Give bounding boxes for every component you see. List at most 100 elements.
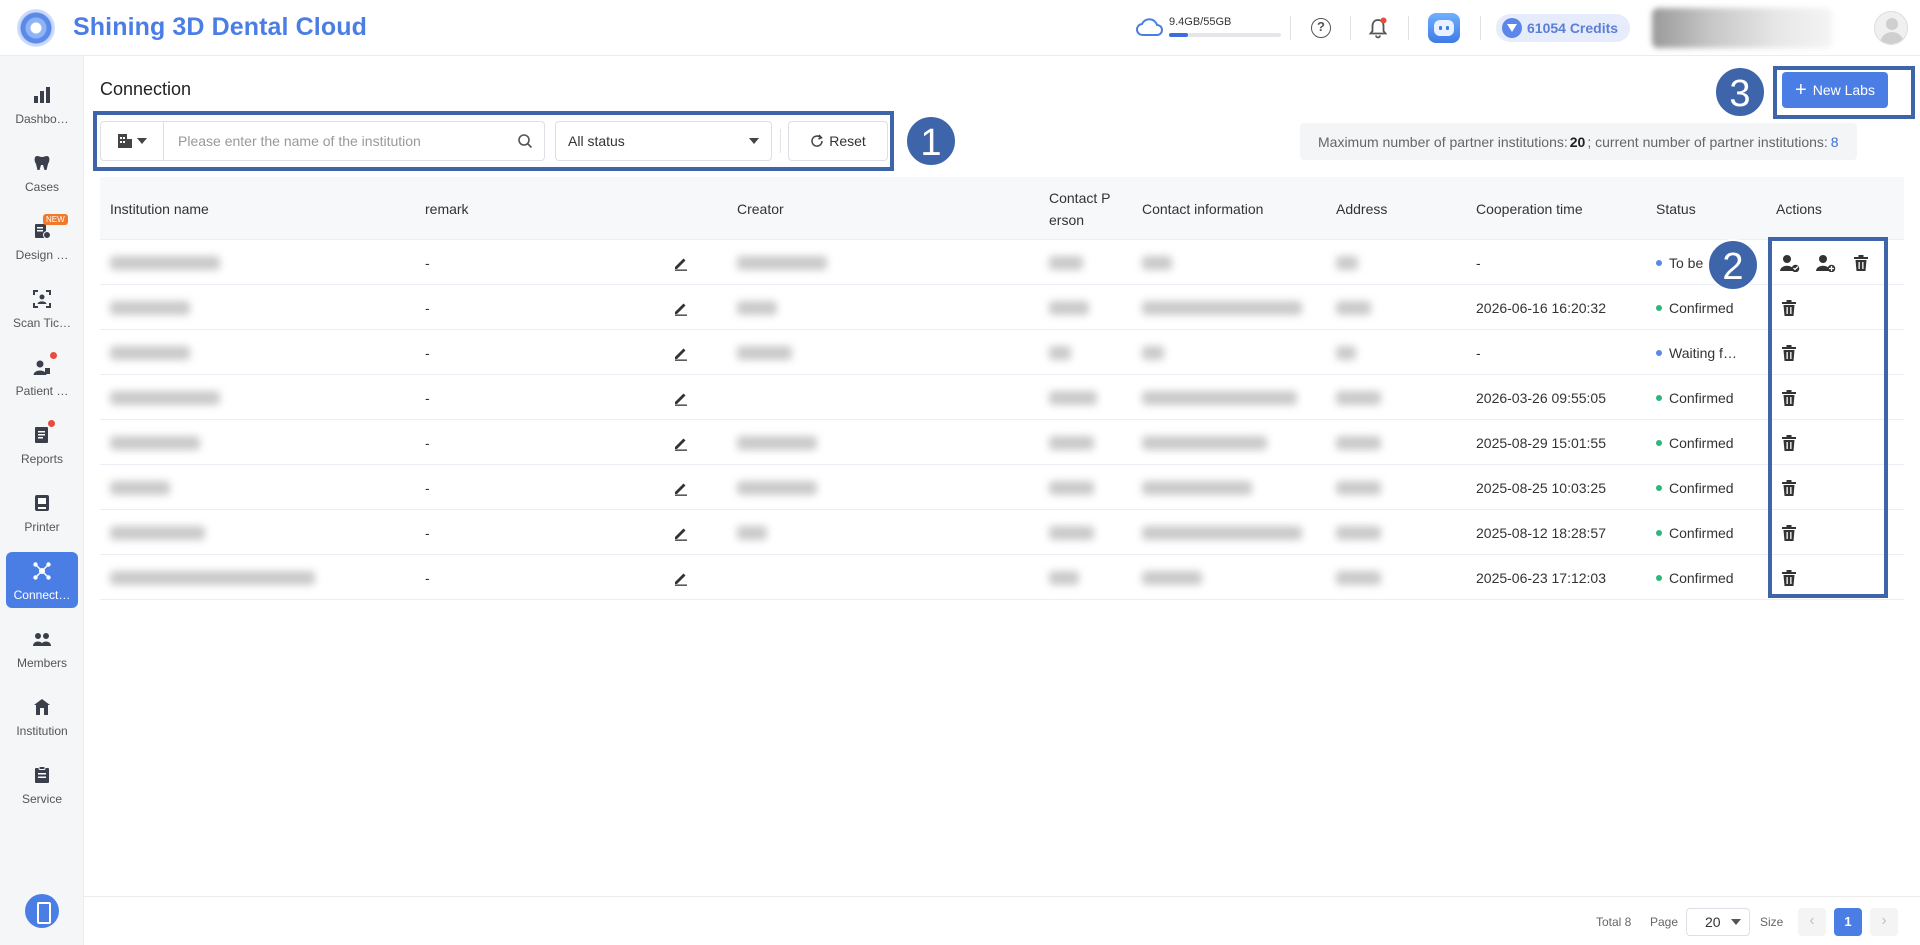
printer-icon xyxy=(35,495,49,511)
contact-person-cell xyxy=(1049,465,1094,510)
edit-remark-icon[interactable] xyxy=(673,420,689,465)
cooperation-time-cell: - xyxy=(1476,344,1481,361)
status-cell: To be c xyxy=(1656,240,1714,285)
status-cell: Confirmed xyxy=(1656,420,1734,465)
institution-name-cell xyxy=(110,420,200,465)
sidebar-item-design[interactable]: NEW Design … xyxy=(6,212,78,268)
top-header: Shining 3D Dental Cloud 9.4GB/55GB ? 610… xyxy=(0,0,1920,56)
table-row: - - Waiting f… xyxy=(100,330,1904,375)
institution-name-cell xyxy=(110,285,190,330)
sidebar-item-label: Connect… xyxy=(13,588,71,602)
cooperation-time-cell: 2025-08-25 10:03:25 xyxy=(1476,479,1606,496)
edit-remark-icon[interactable] xyxy=(673,375,689,420)
cloud-icon xyxy=(1136,17,1163,36)
sidebar-item-scan-ticket[interactable]: Scan Tic… xyxy=(6,280,78,336)
limit-current: 8 xyxy=(1830,133,1839,150)
limit-prefix: Maximum number of partner institutions: xyxy=(1318,133,1568,150)
column-header: Creator xyxy=(737,200,784,217)
remark-cell: - xyxy=(425,254,430,271)
column-header: Institution name xyxy=(110,200,209,217)
sidebar-item-service[interactable]: Service xyxy=(6,756,78,812)
sidebar-item-dashboard[interactable]: Dashbo… xyxy=(6,76,78,132)
edit-remark-icon[interactable] xyxy=(673,240,689,285)
column-header: Actions xyxy=(1776,200,1822,217)
creator-cell xyxy=(737,240,827,285)
sidebar-item-label: Cases xyxy=(24,180,59,194)
sidebar-item-label: Patient … xyxy=(15,384,69,398)
cooperation-time-cell: 2025-06-23 17:12:03 xyxy=(1476,569,1606,586)
help-icon[interactable]: ? xyxy=(1311,18,1331,38)
edit-remark-icon[interactable] xyxy=(673,285,689,330)
contact-info-cell xyxy=(1142,285,1302,330)
members-icon xyxy=(33,633,51,646)
status-cell: Confirmed xyxy=(1656,375,1734,420)
page-size-select[interactable]: 20 xyxy=(1686,908,1750,936)
status-text: Confirmed xyxy=(1669,524,1734,541)
sidebar-item-members[interactable]: Members xyxy=(6,620,78,676)
institution-name-cell xyxy=(110,555,315,600)
table-row: - 2026-03-26 09:55:05 Confirmed xyxy=(100,375,1904,420)
app-title[interactable]: Shining 3D Dental Cloud xyxy=(73,13,367,42)
app-logo[interactable] xyxy=(17,8,55,47)
prev-page-button[interactable]: ‹ xyxy=(1798,908,1826,936)
edit-remark-icon[interactable] xyxy=(673,330,689,375)
sidebar-item-reports[interactable]: Reports xyxy=(6,416,78,472)
contact-person-cell xyxy=(1049,510,1094,555)
bar-chart-icon xyxy=(34,87,50,103)
sidebar-item-institution[interactable]: Institution xyxy=(6,688,78,744)
sidebar-item-cases[interactable]: Cases xyxy=(6,144,78,200)
divider xyxy=(1290,16,1291,40)
address-cell xyxy=(1336,555,1381,600)
edit-remark-icon[interactable] xyxy=(673,510,689,555)
sidebar-item-connection[interactable]: Connect… xyxy=(6,552,78,608)
address-cell xyxy=(1336,420,1381,465)
table-row: - 2025-08-29 15:01:55 Confirmed xyxy=(100,420,1904,465)
edit-remark-icon[interactable] xyxy=(673,465,689,510)
edit-remark-icon[interactable] xyxy=(673,555,689,600)
contact-info-cell xyxy=(1142,240,1172,285)
page-title: Connection xyxy=(100,79,192,99)
pagination-bar: Total 8 Page 20 Size ‹ 1 › xyxy=(84,896,1920,945)
size-label: Size xyxy=(1760,915,1784,929)
sidebar-item-label: Printer xyxy=(24,520,60,534)
new-badge: NEW xyxy=(43,214,68,225)
table-row: - 2025-08-25 10:03:25 Confirmed xyxy=(100,465,1904,510)
sidebar-item-label: Service xyxy=(21,792,62,806)
status-cell: Confirmed xyxy=(1656,285,1734,330)
contact-info-cell xyxy=(1142,555,1202,600)
contact-person-cell xyxy=(1049,330,1071,375)
creator-cell xyxy=(737,285,777,330)
status-dot xyxy=(1656,304,1662,311)
cooperation-time-cell: 2026-03-26 09:55:05 xyxy=(1476,389,1606,406)
institution-icon xyxy=(34,699,50,715)
current-page-button[interactable]: 1 xyxy=(1834,908,1862,936)
divider xyxy=(1480,16,1481,40)
cooperation-time-cell: - xyxy=(1476,254,1481,271)
institution-name-cell xyxy=(110,330,190,375)
page-label: Page xyxy=(1650,915,1679,929)
avatar[interactable] xyxy=(1874,11,1908,45)
address-cell xyxy=(1336,240,1358,285)
credits-text: 61054 Credits xyxy=(1527,20,1619,36)
credits-badge[interactable]: 61054 Credits xyxy=(1496,14,1631,42)
mobile-app-button[interactable] xyxy=(25,894,59,928)
sidebar-item-label: Scan Tic… xyxy=(12,316,72,330)
connection-icon xyxy=(33,562,51,580)
sidebar-item-label: Design … xyxy=(15,248,69,262)
diamond-icon xyxy=(1502,18,1522,38)
status-text: Confirmed xyxy=(1669,569,1734,586)
institution-name-cell xyxy=(110,510,205,555)
next-page-button[interactable]: › xyxy=(1870,908,1898,936)
contact-person-cell xyxy=(1049,420,1094,465)
chevron-down-icon xyxy=(1731,919,1741,925)
storage-indicator[interactable]: 9.4GB/55GB xyxy=(1135,16,1281,37)
sidebar-item-patient[interactable]: Patient … xyxy=(6,348,78,404)
ai-assistant-icon[interactable] xyxy=(1428,13,1460,43)
service-icon xyxy=(35,766,49,783)
filter-highlight-box xyxy=(93,111,894,171)
user-account-info[interactable] xyxy=(1652,8,1832,48)
table-header: Institution name remark Creator Contact … xyxy=(100,177,1904,240)
sidebar-item-printer[interactable]: Printer xyxy=(6,484,78,540)
status-cell: Confirmed xyxy=(1656,465,1734,510)
notification-bell-icon[interactable] xyxy=(1368,17,1388,39)
